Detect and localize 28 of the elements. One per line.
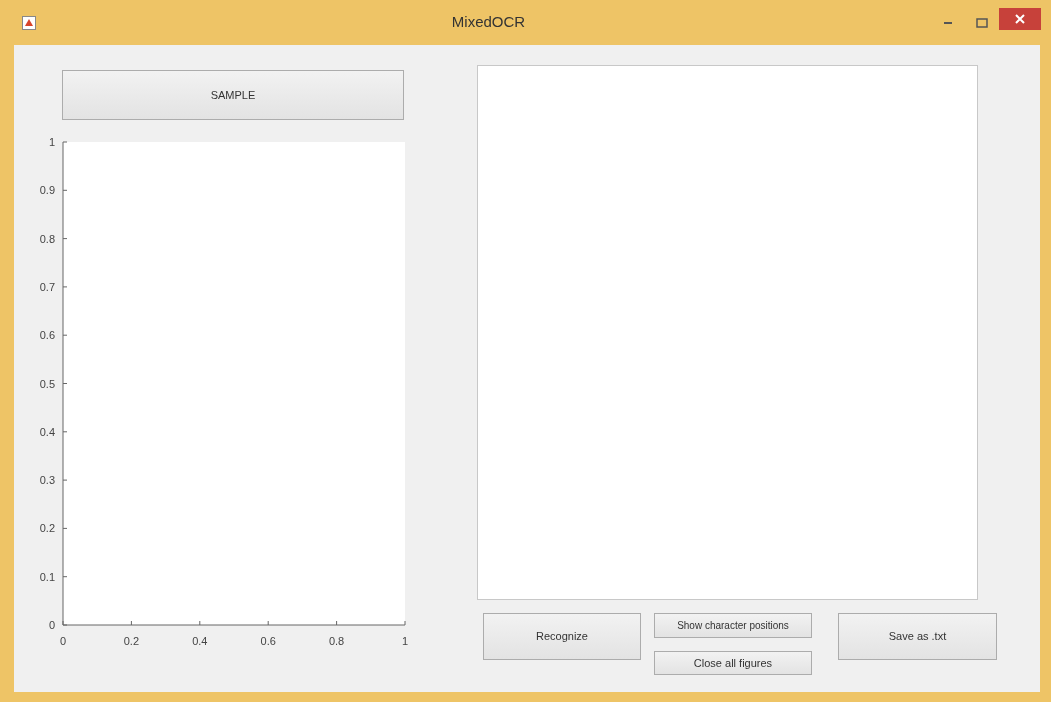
app-icon [22, 15, 36, 30]
tick-label: 0.6 [39, 329, 55, 342]
tick-label: 0.5 [39, 377, 55, 390]
tick-label: 0.4 [192, 635, 208, 647]
tick-label: 1 [401, 635, 409, 647]
save-txt-button[interactable]: Save as .txt [838, 613, 997, 660]
tick-label: 0.7 [39, 280, 55, 293]
tick-label: 0.3 [39, 474, 55, 487]
tick-label: 0.1 [39, 570, 55, 583]
maximize-icon [976, 17, 988, 28]
minimize-icon [944, 21, 952, 24]
tick-label: 0.8 [39, 232, 55, 245]
recognize-button[interactable]: Recognize [483, 613, 641, 660]
tick-label: 1 [48, 136, 55, 148]
tick-label: 0.6 [260, 635, 276, 647]
tick-label: 0.2 [39, 522, 55, 535]
show-character-positions-button[interactable]: Show character positions [654, 613, 812, 638]
tick-label: 0.9 [39, 184, 55, 197]
tick-label: 0.8 [328, 635, 345, 647]
close-icon [1015, 13, 1025, 24]
tick-label: 0.2 [123, 635, 140, 647]
close-button[interactable] [999, 7, 1041, 30]
tick-label: 0 [48, 619, 55, 631]
sample-button[interactable]: SAMPLE [62, 70, 404, 120]
window-title: MixedOCR [450, 12, 527, 33]
tick-label: 0 [59, 635, 67, 647]
tick-label: 0.4 [39, 425, 55, 438]
close-all-figures-button[interactable]: Close all figures [654, 651, 812, 675]
